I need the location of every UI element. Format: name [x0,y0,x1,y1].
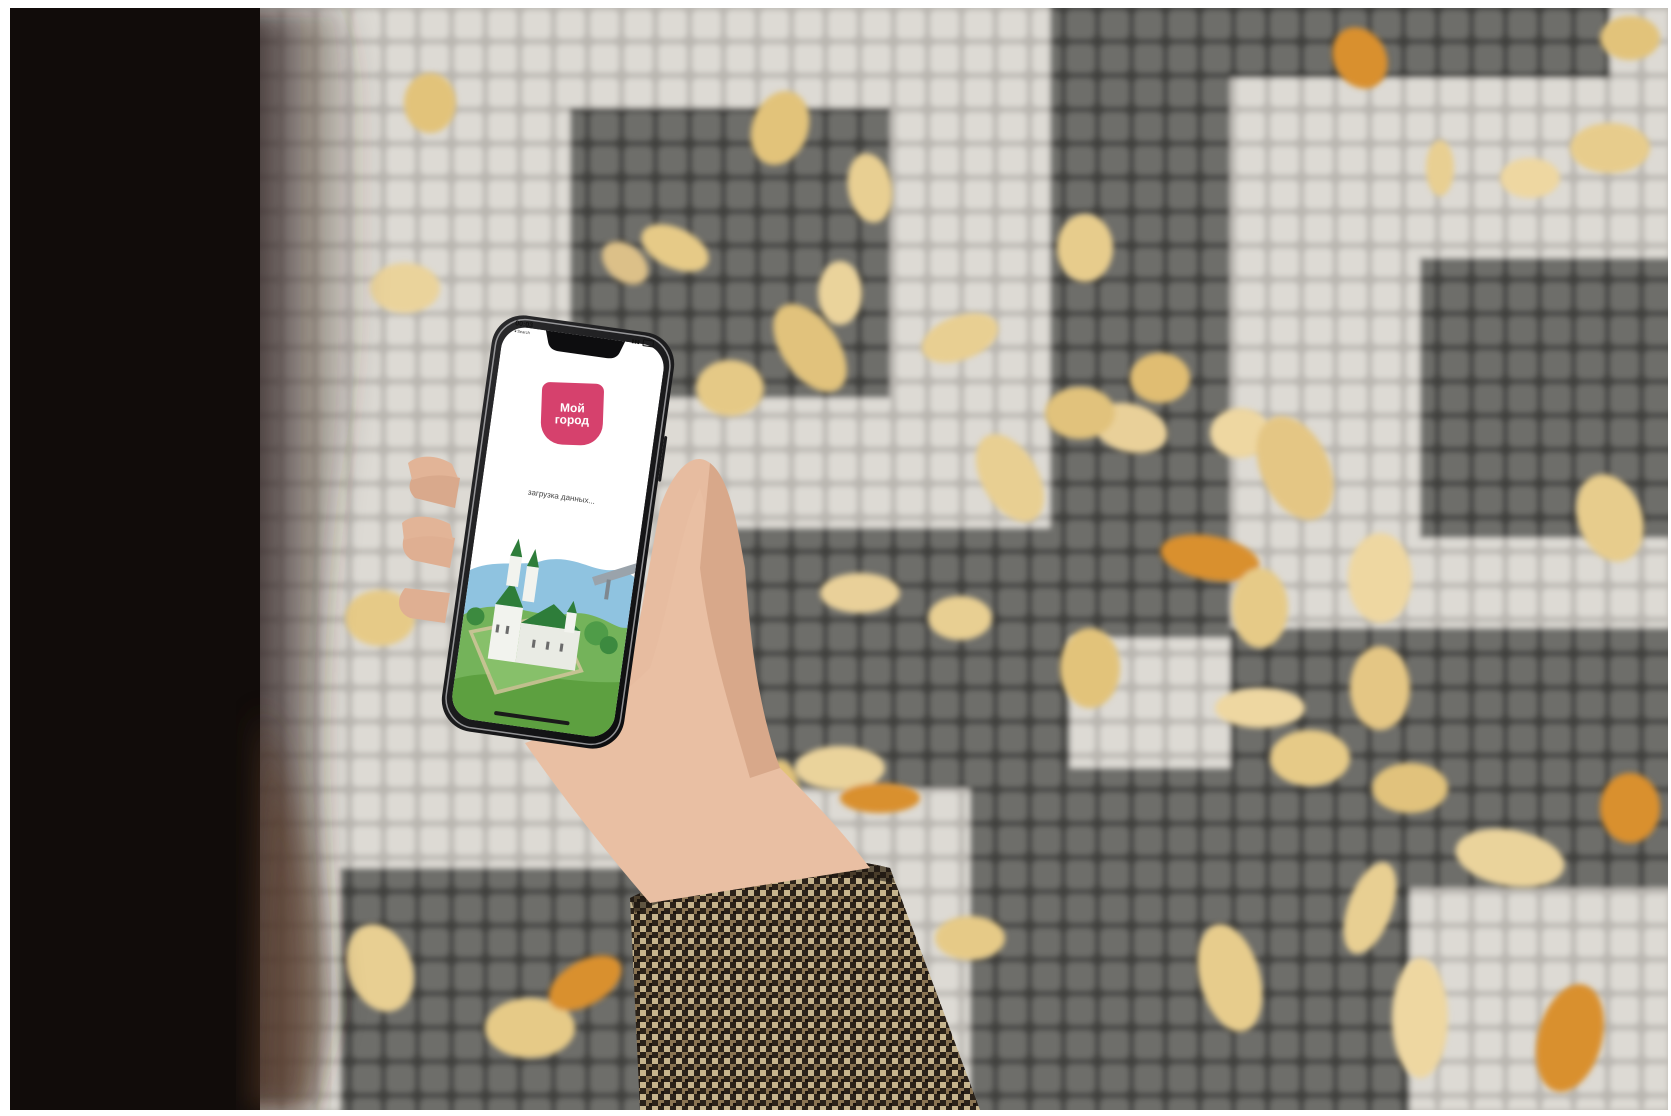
photograph: 00:03 ◂ Search ▮▮▮ Мой город загрузка да… [10,8,1668,1110]
page: 00:03 ◂ Search ▮▮▮ Мой город загрузка да… [0,0,1671,1116]
signal-icon: ▮▮▮ [631,338,641,346]
photo-scene [10,8,1668,1110]
battery-icon [642,339,655,348]
app-logo: Мой город [540,381,605,446]
logo-line-2: город [554,412,590,428]
blurred-hair [10,8,371,1110]
loading-text: загрузка данных... [527,487,596,506]
status-back-link[interactable]: ◂ Search [514,328,530,335]
